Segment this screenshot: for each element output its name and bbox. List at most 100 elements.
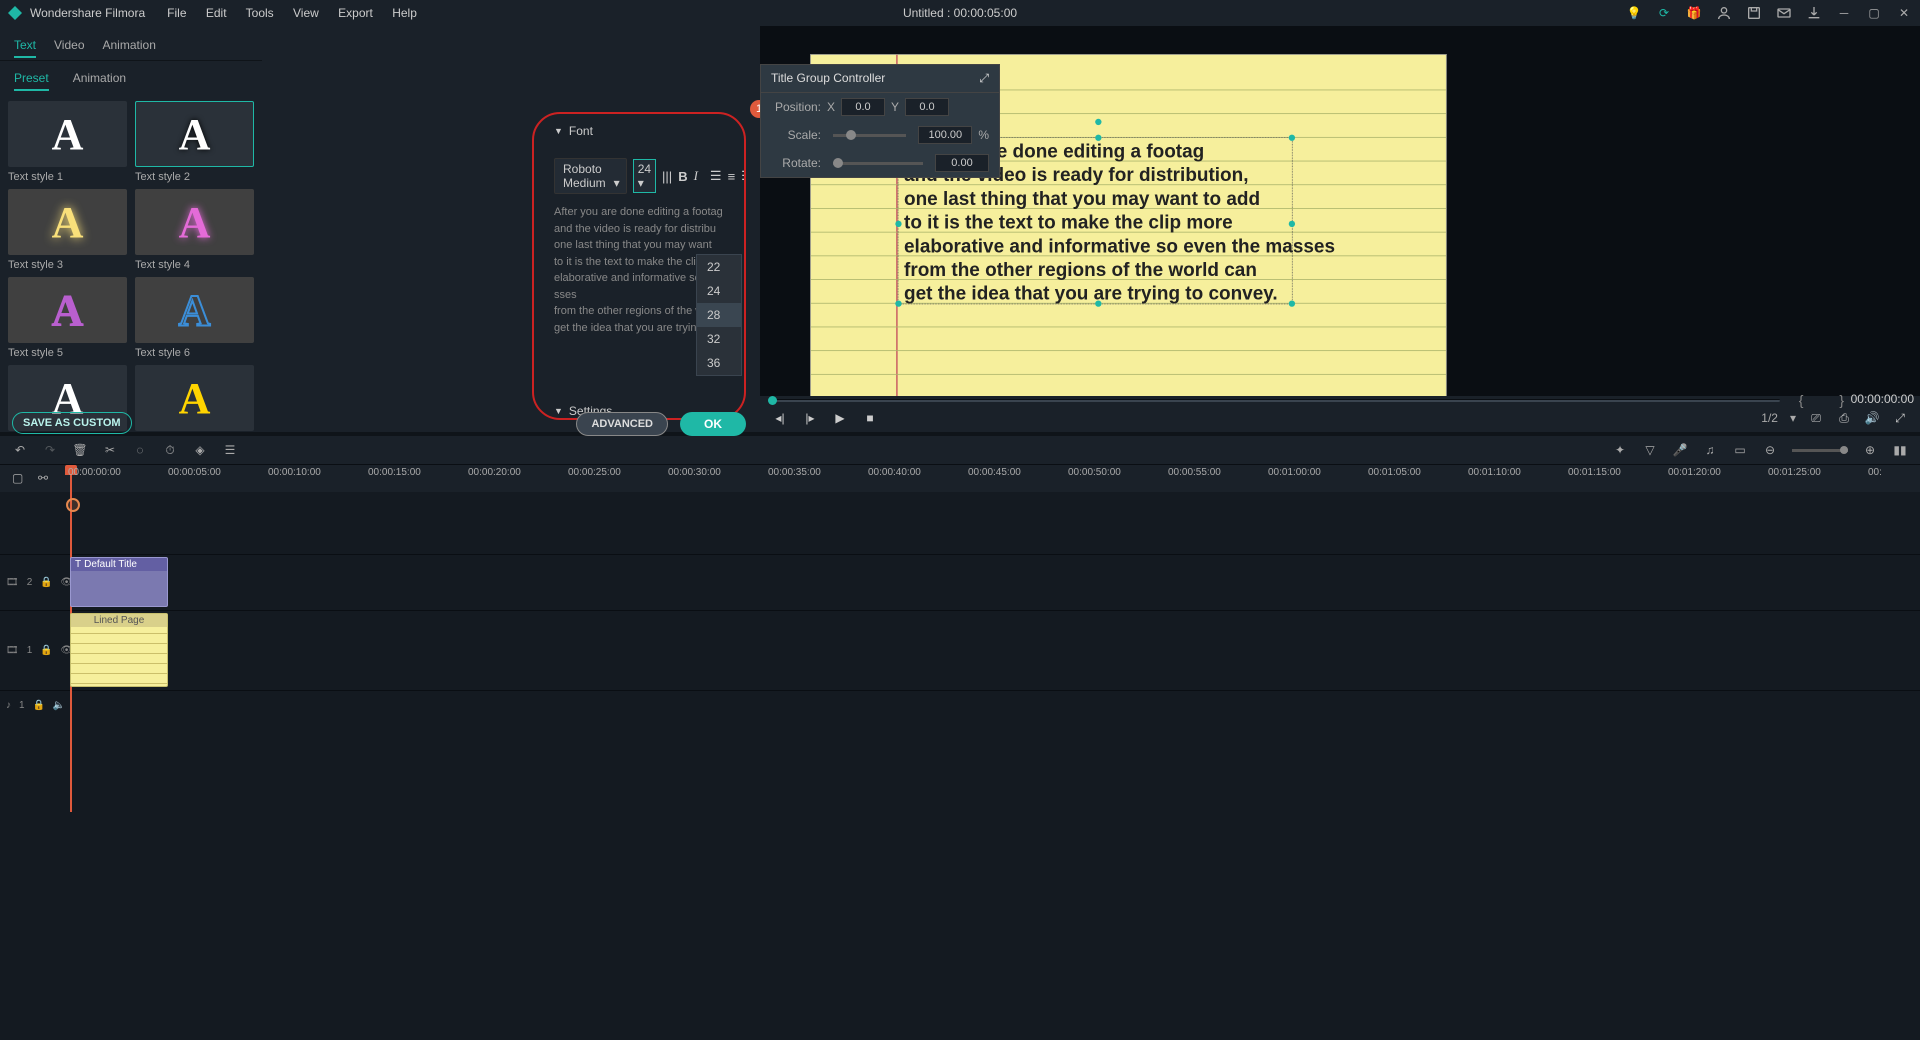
size-option[interactable]: 28 [697,303,741,327]
crop-icon[interactable]: ◌ [132,442,148,458]
scale-slider[interactable] [833,134,906,137]
scale-input[interactable] [918,126,972,144]
line-height-icon[interactable]: ||| [662,166,672,186]
position-y-input[interactable] [905,98,949,116]
gift-icon[interactable]: 🎁 [1686,5,1702,21]
refresh-icon[interactable]: ⟳ [1656,5,1672,21]
document-title: Untitled : 00:00:05:00 [903,6,1017,20]
clip-video[interactable]: Lined Page [70,613,168,687]
speaker-icon[interactable]: 🔈 [53,700,65,712]
stop-icon[interactable]: ■ [862,410,878,426]
chevron-down-icon: ▾ [614,176,620,190]
lock-icon[interactable]: 🔒 [40,577,52,589]
save-as-custom-button[interactable]: SAVE AS CUSTOM [12,412,132,434]
ruler-tick: 00: [1868,467,1882,478]
align-right-icon[interactable]: ☰ [741,166,746,186]
play-icon[interactable]: ▶ [832,410,848,426]
bold-button[interactable]: B [678,166,687,186]
ruler-tick: 00:00:00:00 [68,467,121,478]
style-thumb-2[interactable]: A [135,101,254,167]
font-section-header[interactable]: ▼Font [554,124,724,138]
style-thumb-5[interactable]: A [8,277,127,343]
style-thumb-8[interactable]: A [135,365,254,431]
close-icon[interactable]: ✕ [1896,5,1912,21]
subtab-preset[interactable]: Preset [14,67,49,91]
mail-icon[interactable] [1776,5,1792,21]
speed-icon[interactable]: ⏱ [162,442,178,458]
align-left-icon[interactable]: ☰ [710,166,722,186]
rotate-input[interactable] [935,154,989,172]
maximize-icon[interactable]: ▢ [1866,5,1882,21]
color-icon[interactable]: ◈ [192,442,208,458]
lock-icon[interactable]: 🔒 [40,645,52,657]
snapshot-icon[interactable]: ⎙ [1836,410,1852,426]
left-panel: Text Video Animation Preset Animation AT… [0,26,262,432]
menu-view[interactable]: View [293,6,319,20]
font-family-select[interactable]: Roboto Medium ▾ [554,158,627,194]
clip-title[interactable]: TDefault Title [70,557,168,607]
menu-edit[interactable]: Edit [206,6,227,20]
ruler-tick: 00:00:35:00 [768,467,821,478]
titlebar: Wondershare Filmora File Edit Tools View… [0,0,1920,26]
cut-icon[interactable]: ✂ [102,442,118,458]
minimize-icon[interactable]: ─ [1836,5,1852,21]
tab-animation[interactable]: Animation [103,34,156,58]
font-size-select[interactable]: 24 ▾ [633,159,656,193]
prev-frame-icon[interactable]: ◂| [772,410,788,426]
chevron-down-icon[interactable]: ▾ [1790,411,1796,425]
lock-icon[interactable]: 🔒 [33,700,45,712]
tab-video[interactable]: Video [54,34,84,58]
link-icon[interactable]: ⚯ [38,471,52,485]
zoom-fit-icon[interactable]: ▮▮ [1892,442,1908,458]
menu-file[interactable]: File [167,6,186,20]
menu-help[interactable]: Help [392,6,417,20]
size-option[interactable]: 24 [697,279,741,303]
align-center-icon[interactable]: ≡ [728,166,736,186]
next-frame-icon[interactable]: |▸ [802,410,818,426]
redo-icon[interactable]: ↷ [42,442,58,458]
save-icon[interactable] [1746,5,1762,21]
collapse-icon[interactable]: ⤢ [979,71,989,86]
subtab-animation[interactable]: Animation [73,67,126,91]
lightbulb-icon[interactable]: 💡 [1626,5,1642,21]
snap-icon[interactable]: ▢ [12,471,26,485]
size-option[interactable]: 22 [697,255,741,279]
zoom-in-icon[interactable]: ⊕ [1862,442,1878,458]
italic-button[interactable]: I [694,166,698,186]
title-group-controller: Title Group Controller⤢ Position:XY Scal… [760,64,1000,178]
timeline-ruler[interactable]: ▢ ⚯ 00:00:00:0000:00:05:0000:00:10:0000:… [0,464,1920,492]
menu-tools[interactable]: Tools [246,6,274,20]
menu-export[interactable]: Export [338,6,373,20]
delete-icon[interactable]: 🗑 [72,442,88,458]
volume-icon[interactable]: 🔊 [1864,410,1880,426]
display-icon[interactable]: ⎚ [1808,410,1824,426]
fullscreen-icon[interactable]: ⤢ [1892,410,1908,426]
style-thumb-3[interactable]: A [8,189,127,255]
marker-icon[interactable]: ▽ [1642,442,1658,458]
settings-icon[interactable]: ☰ [222,442,238,458]
style-label: Text style 4 [135,259,254,271]
user-icon[interactable] [1716,5,1732,21]
advanced-button[interactable]: ADVANCED [576,412,668,436]
style-thumb-6[interactable]: A [135,277,254,343]
zoom-ratio[interactable]: 1/2 [1761,411,1778,425]
zoom-out-icon[interactable]: ⊖ [1762,442,1778,458]
timeline-marker-icon[interactable] [66,498,80,512]
size-option[interactable]: 32 [697,327,741,351]
mic-icon[interactable]: 🎤 [1672,442,1688,458]
audio-mix-icon[interactable]: ♫ [1702,442,1718,458]
undo-icon[interactable]: ↶ [12,442,28,458]
render-icon[interactable]: ✦ [1612,442,1628,458]
tab-text[interactable]: Text [14,34,36,58]
zoom-slider[interactable] [1792,449,1848,452]
style-thumb-4[interactable]: A [135,189,254,255]
timeline-panel: ↶ ↷ 🗑 ✂ ◌ ⏱ ◈ ☰ ✦ ▽ 🎤 ♫ ▭ ⊖ ⊕ ▮▮ ▢ ⚯ 00:… [0,436,1920,1040]
position-x-input[interactable] [841,98,885,116]
download-icon[interactable] [1806,5,1822,21]
size-option[interactable]: 36 [697,351,741,375]
rotate-slider[interactable] [833,162,923,165]
adjust-icon[interactable]: ▭ [1732,442,1748,458]
ok-button[interactable]: OK [680,412,746,436]
scrub-bar[interactable]: { }00:00:00:00 [760,396,1920,404]
style-thumb-1[interactable]: A [8,101,127,167]
